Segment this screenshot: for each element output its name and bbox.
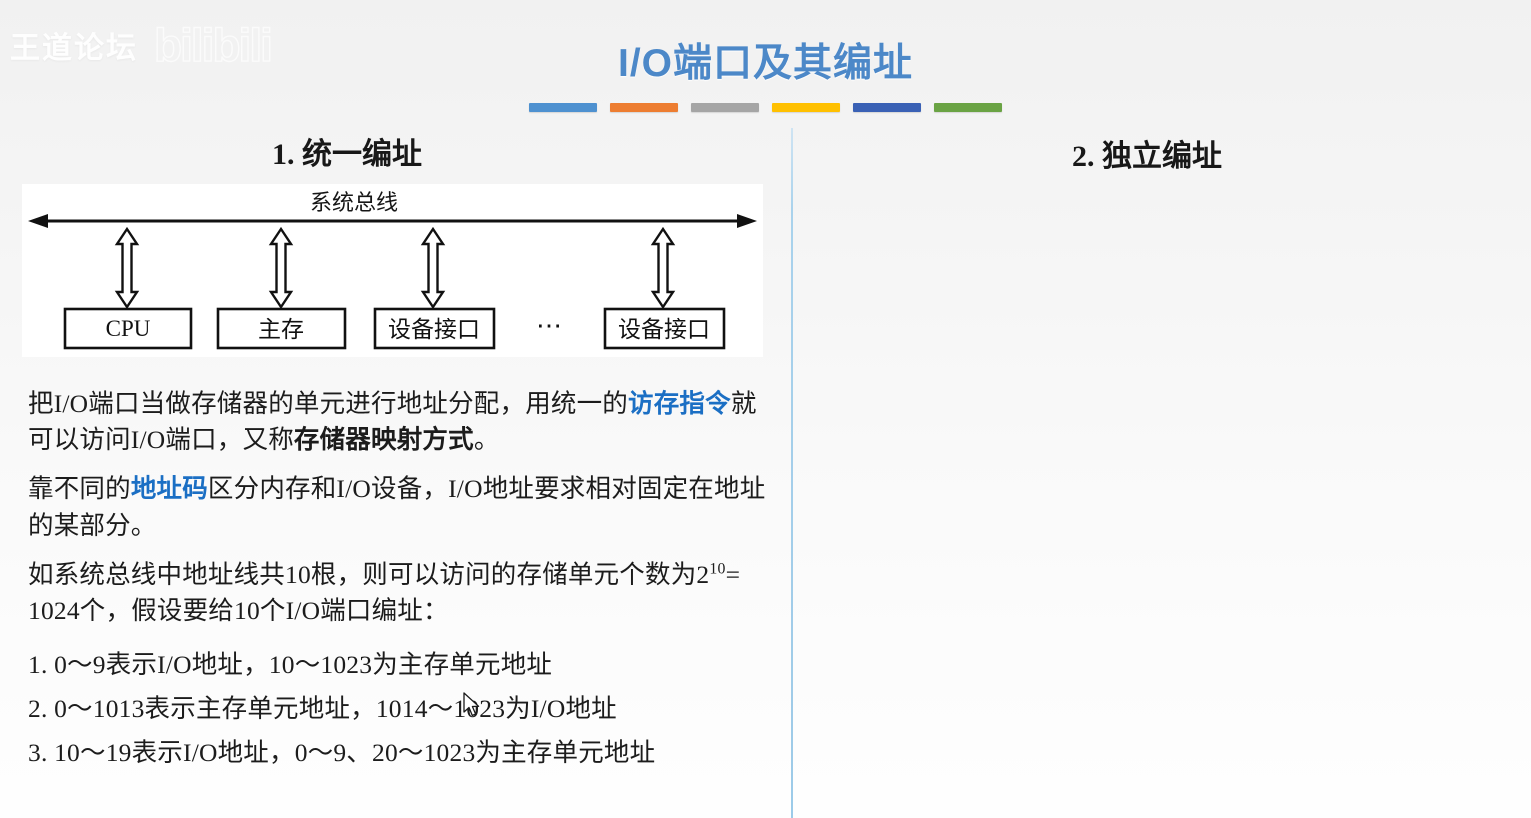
list-item: 3. 10～19表示I/O地址，0～9、20～1023为主存单元地址 xyxy=(28,737,656,767)
diagram-box-main-memory: 主存 xyxy=(258,317,304,342)
p1-seg3: 。 xyxy=(473,425,500,455)
paragraph-2: 靠不同的地址码区分内存和I/O设备，I/O地址要求相对固定在地址的某部分。 xyxy=(28,471,780,543)
page-title-rest: 端口及其编址 xyxy=(673,42,914,85)
p2-seg1: 靠不同的 xyxy=(28,474,131,504)
page-title-io: I/O xyxy=(617,42,673,85)
paragraph-3: 如系统总线中地址线共10根，则可以访问的存储单元个数为210= 1024个，假设… xyxy=(28,557,780,629)
addressing-scheme-list: 1. 0～9表示I/O地址，10～1023为主存单元地址 2. 0～1013表示… xyxy=(28,643,780,775)
list-item: 1. 0～9表示I/O地址，10～1023为主存单元地址 xyxy=(28,650,553,680)
diagram-ellipsis: ⋯ xyxy=(536,311,564,340)
slide-canvas: 王道论坛 bilibili I/O端口及其编址 1. 统一编址 2. 独立编址 … xyxy=(0,0,1531,818)
bus-label: 系统总线 xyxy=(310,190,398,215)
p2-highlight-address-code: 地址码 xyxy=(130,474,208,504)
heading-independent-addressing: 2. 独立编址 xyxy=(1072,140,1222,173)
p1-highlight-access-instruction: 访存指令 xyxy=(628,389,731,418)
bar-blue-dark xyxy=(853,103,921,112)
p1-bold-memory-mapped: 存储器映射方式 xyxy=(293,425,474,455)
bar-orange xyxy=(610,103,678,112)
p3-seg1: 如系统总线中地址线共10根，则可以访问的存储单元个数为2 xyxy=(28,559,710,589)
page-title: I/O端口及其编址 xyxy=(0,32,1531,88)
bar-gray xyxy=(691,103,759,112)
bar-blue-light xyxy=(529,103,597,112)
title-color-bars xyxy=(0,103,1531,112)
p1-seg1: 把I/O端口当做存储器的单元进行地址分配，用统一的 xyxy=(28,389,628,418)
diagram-boxes: CPU 主存 设备接口 设备接口 ⋯ xyxy=(63,307,726,350)
heading-unified-addressing: 1. 统一编址 xyxy=(272,138,422,171)
diagram-box-device-interface-2: 设备接口 xyxy=(618,317,710,342)
diagram-box-cpu: CPU xyxy=(106,316,151,341)
bus-connector-arrows xyxy=(114,226,676,310)
bar-yellow xyxy=(772,103,840,112)
column-divider xyxy=(791,128,793,818)
body-content: 把I/O端口当做存储器的单元进行地址分配，用统一的访存指令就可以访问I/O端口，… xyxy=(28,386,780,775)
system-bus-diagram: 系统总线 CPU 主存 设备接口 设备接口 ⋯ xyxy=(22,184,763,357)
bar-green xyxy=(934,103,1002,112)
system-bus-line xyxy=(28,214,757,228)
p3-exponent: 10 xyxy=(709,560,726,578)
paragraph-1: 把I/O端口当做存储器的单元进行地址分配，用统一的访存指令就可以访问I/O端口，… xyxy=(28,386,780,458)
list-item: 2. 0～1013表示主存单元地址，1014～1023为I/O地址 xyxy=(28,694,617,724)
diagram-box-device-interface-1: 设备接口 xyxy=(388,317,480,342)
